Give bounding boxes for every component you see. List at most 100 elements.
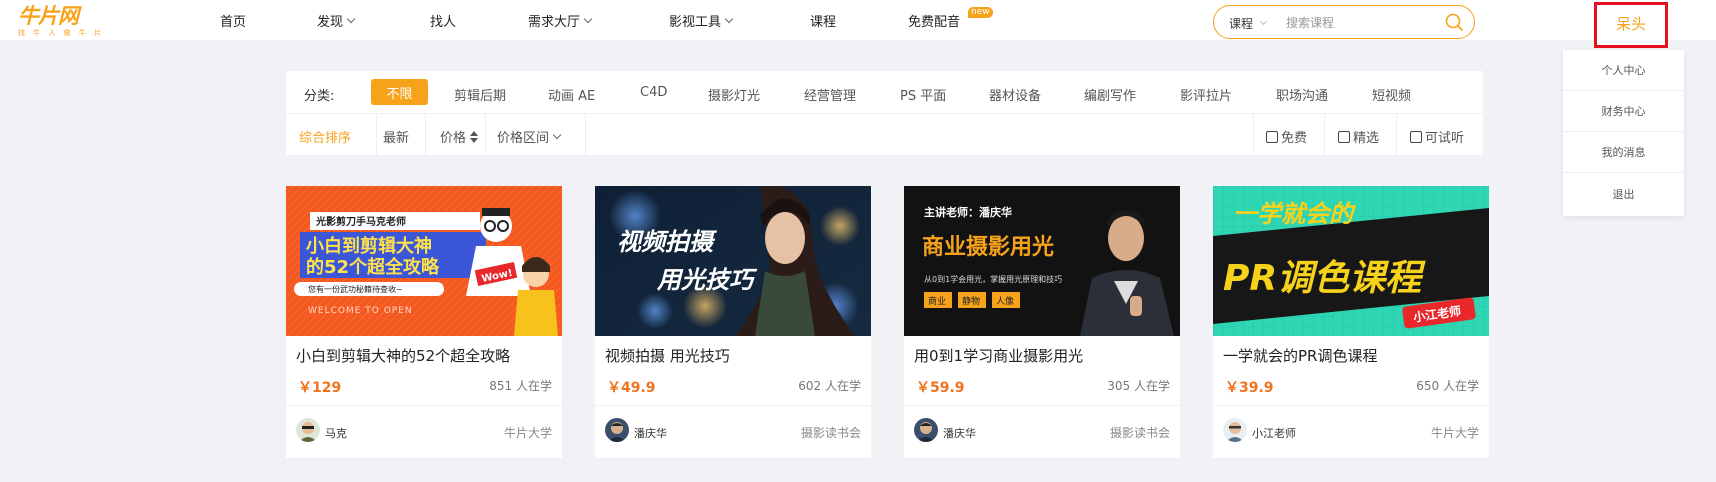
thumb-line1: 一学就会的 [1233, 200, 1356, 228]
nav-video-tools[interactable]: 影视工具 [669, 11, 734, 30]
category-film-review[interactable]: 影评拉片 [1180, 85, 1232, 104]
category-short-video[interactable]: 短视频 [1372, 85, 1411, 104]
sort-price[interactable]: 价格 [440, 127, 479, 146]
thumb-line2: 用光技巧 [656, 266, 758, 294]
nav-free-dubbing[interactable]: 免费配音 [908, 11, 960, 30]
sort-separator [585, 114, 586, 155]
nav-home-label: 首页 [220, 15, 247, 30]
category-screenwriting[interactable]: 编剧写作 [1084, 85, 1136, 104]
featured-checkbox[interactable] [1338, 130, 1350, 143]
course-price: ￥129 [298, 380, 342, 396]
course-card[interactable]: 视频拍摄 用光技巧 视频拍摄 用光技巧 ￥49.9 602 人在学 潘庆华 摄影… [595, 186, 871, 458]
thumb-sub: 您有一份武功秘籍待查收~ [308, 284, 403, 294]
author-avatar[interactable] [296, 418, 320, 442]
menu-item-messages[interactable]: 我的消息 [1563, 132, 1684, 173]
course-price: ￥39.9 [1225, 380, 1274, 396]
course-card[interactable]: 主讲老师：潘庆华 商业摄影用光 从0到1学会用光，掌握用光原理和技巧 商业 静物… [904, 186, 1180, 458]
sort-separator [376, 114, 377, 155]
category-lighting[interactable]: 摄影灯光 [708, 85, 760, 104]
search-type-select[interactable]: 课程 [1229, 15, 1268, 32]
nav-home[interactable]: 首页 [220, 11, 246, 30]
course-thumbnail[interactable]: 主讲老师：潘庆华 商业摄影用光 从0到1学会用光，掌握用光原理和技巧 商业 静物… [904, 186, 1180, 336]
learner-count: 602 人在学 [798, 379, 861, 393]
category-workplace[interactable]: 职场沟通 [1276, 85, 1328, 104]
sort-price-range[interactable]: 价格区间 [497, 127, 562, 146]
course-title[interactable]: 用0到1学习商业摄影用光 [914, 345, 1083, 366]
course-filter-panel: 分类: 不限 剪辑后期 动画 AE C4D 摄影灯光 经营管理 PS 平面 器材… [286, 71, 1483, 155]
thumb-line1: 小白到剪辑大神 [306, 235, 432, 257]
category-ps[interactable]: PS 平面 [900, 85, 946, 104]
user-dropdown-menu: 个人中心 财务中心 我的消息 退出 [1563, 50, 1684, 216]
filter-featured-label: 精选 [1353, 131, 1380, 146]
thumb-line1: 商业摄影用光 [922, 234, 1054, 260]
course-title[interactable]: 视频拍摄 用光技巧 [605, 345, 730, 366]
course-price: ￥59.9 [916, 380, 965, 396]
category-management[interactable]: 经营管理 [804, 85, 856, 104]
search-box: 课程 [1213, 5, 1475, 39]
nav-courses[interactable]: 课程 [810, 11, 836, 30]
course-org[interactable]: 牛片大学 [1431, 424, 1479, 441]
sort-separator [485, 114, 486, 155]
menu-item-finance[interactable]: 财务中心 [1563, 91, 1684, 132]
search-icon[interactable] [1444, 12, 1464, 32]
filter-free[interactable]: 免费 [1266, 127, 1307, 146]
category-equipment[interactable]: 器材设备 [989, 85, 1041, 104]
course-card[interactable]: 光影剪刀手马克老师 小白到剪辑大神 的52个超全攻略 您有一份武功秘籍待查收~ … [286, 186, 562, 458]
chevron-down-icon [1259, 17, 1268, 26]
card-divider [904, 405, 1180, 406]
sort-overall[interactable]: 综合排序 [299, 127, 351, 146]
logo-slogan: 找 牛 人 做 牛 片 [18, 29, 105, 37]
user-menu-trigger[interactable]: 呆头 [1594, 2, 1668, 48]
menu-item-logout[interactable]: 退出 [1563, 173, 1684, 214]
thumb-tag: 主讲老师：潘庆华 [924, 205, 1012, 219]
filter-featured[interactable]: 精选 [1338, 127, 1379, 146]
logo-wordmark: 牛片网 [18, 4, 79, 28]
thumb-chip: 静物 [962, 295, 980, 307]
course-thumbnail[interactable]: 一学就会的 PR调色课程 小江老师 [1213, 186, 1489, 336]
filter-free-label: 免费 [1281, 131, 1308, 146]
thumb-line2: 的52个超全攻略 [306, 256, 440, 278]
trial-checkbox[interactable] [1410, 130, 1422, 143]
search-type-label: 课程 [1229, 17, 1254, 31]
free-checkbox[interactable] [1266, 130, 1278, 143]
search-input[interactable] [1286, 13, 1436, 33]
course-org[interactable]: 牛片大学 [504, 424, 552, 441]
author-name[interactable]: 潘庆华 [943, 425, 976, 441]
card-divider [1213, 405, 1489, 406]
course-card[interactable]: 一学就会的 PR调色课程 小江老师 一学就会的PR调色课程 ￥39.9 650 … [1213, 186, 1489, 458]
site-logo[interactable]: 牛片网 找 牛 人 做 牛 片 [18, 6, 104, 38]
thumb-foot: WELCOME TO OPEN [308, 306, 413, 316]
chevron-down-icon [346, 14, 356, 23]
course-org[interactable]: 摄影读书会 [801, 424, 861, 441]
author-avatar[interactable] [914, 418, 938, 442]
sort-newest[interactable]: 最新 [383, 127, 409, 146]
sort-separator [425, 114, 426, 155]
nav-discover[interactable]: 发现 [317, 11, 356, 30]
category-all[interactable]: 不限 [371, 79, 428, 105]
category-animation-ae[interactable]: 动画 AE [548, 85, 595, 104]
filter-trial[interactable]: 可试听 [1410, 127, 1464, 146]
course-title[interactable]: 小白到剪辑大神的52个超全攻略 [296, 345, 510, 366]
course-org[interactable]: 摄影读书会 [1110, 424, 1170, 441]
author-name[interactable]: 潘庆华 [634, 425, 667, 441]
author-avatar[interactable] [605, 418, 629, 442]
thumb-sub: 从0到1学会用光，掌握用光原理和技巧 [924, 274, 1062, 284]
checkbox-separator [1253, 114, 1254, 155]
thumb-line2: PR调色课程 [1223, 258, 1426, 299]
course-title[interactable]: 一学就会的PR调色课程 [1223, 345, 1377, 366]
thumb-chip: 人像 [996, 295, 1014, 307]
nav-demand-hall[interactable]: 需求大厅 [528, 11, 593, 30]
nav-find-people[interactable]: 找人 [430, 11, 456, 30]
course-thumbnail[interactable]: 光影剪刀手马克老师 小白到剪辑大神 的52个超全攻略 您有一份武功秘籍待查收~ … [286, 186, 562, 336]
course-thumbnail[interactable]: 视频拍摄 用光技巧 [595, 186, 871, 336]
category-editing[interactable]: 剪辑后期 [454, 85, 506, 104]
course-price: ￥49.9 [607, 380, 656, 396]
sort-price-label: 价格 [440, 131, 467, 146]
new-badge: new [968, 7, 993, 18]
author-name[interactable]: 小江老师 [1252, 425, 1296, 441]
author-avatar[interactable] [1223, 418, 1247, 442]
menu-item-profile[interactable]: 个人中心 [1563, 50, 1684, 91]
filter-trial-label: 可试听 [1425, 131, 1465, 146]
category-c4d[interactable]: C4D [640, 85, 667, 100]
author-name[interactable]: 马克 [325, 425, 347, 441]
